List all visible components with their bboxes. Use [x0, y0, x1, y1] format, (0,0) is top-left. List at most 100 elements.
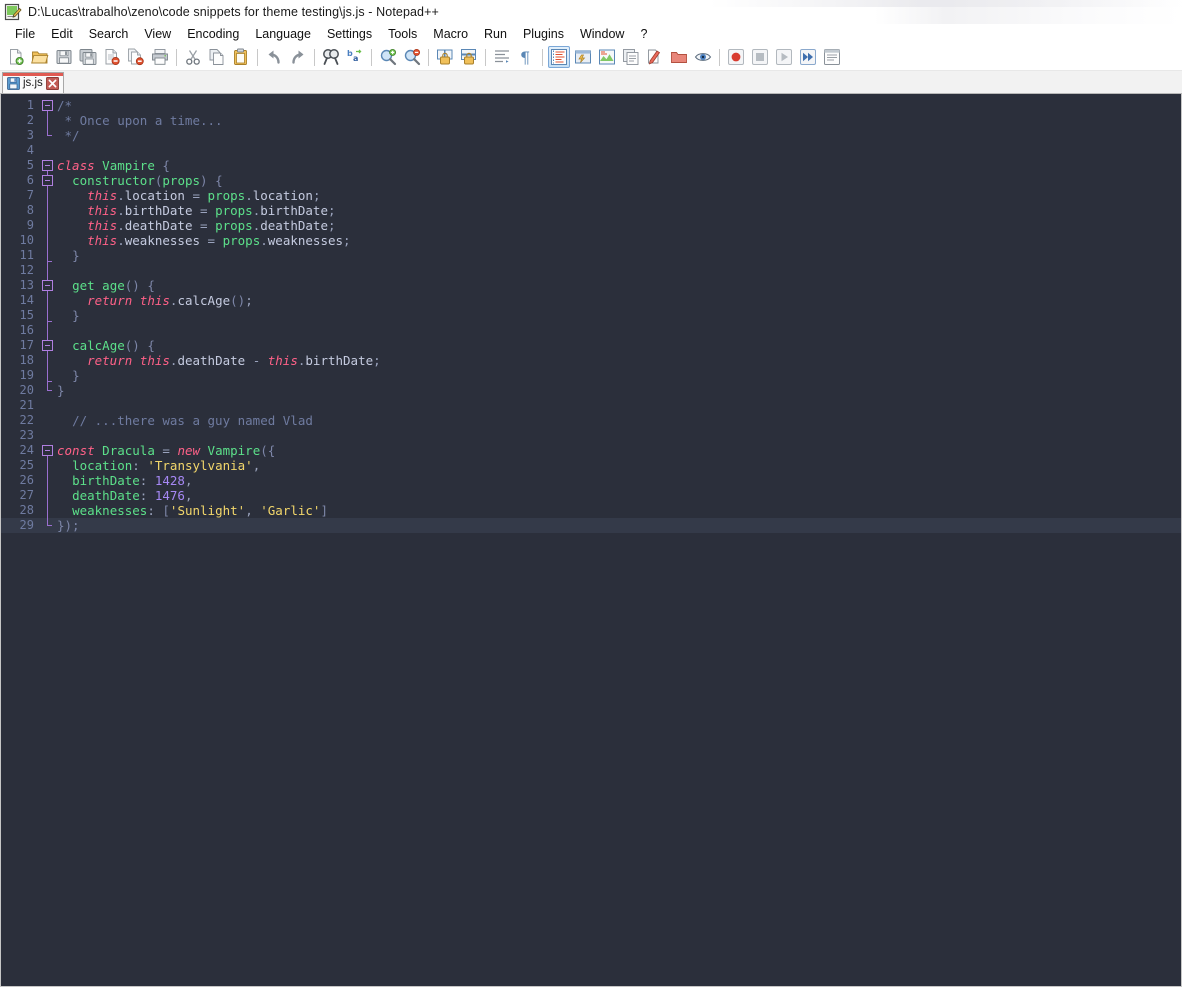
play-macro-icon[interactable]: [773, 46, 795, 68]
code-line[interactable]: 28 weaknesses: ['Sunlight', 'Garlic']: [1, 503, 1181, 518]
new-file-icon[interactable]: [5, 46, 27, 68]
fold-marker[interactable]: [39, 443, 56, 458]
menu-edit[interactable]: Edit: [43, 26, 81, 43]
fold-marker[interactable]: [39, 278, 56, 293]
menu-tools[interactable]: Tools: [380, 26, 425, 43]
code-line[interactable]: 4: [1, 143, 1181, 158]
menu-help[interactable]: ?: [632, 26, 655, 43]
redo-icon[interactable]: [287, 46, 309, 68]
code-line[interactable]: 8 this.birthDate = props.birthDate;: [1, 203, 1181, 218]
code-area[interactable]: 1/* 2 * Once upon a time... 3 */4 5 class Va…: [1, 94, 1181, 986]
fold-marker[interactable]: [39, 113, 56, 128]
cut-icon[interactable]: [182, 46, 204, 68]
sync-horizontal-scroll-icon[interactable]: [458, 46, 480, 68]
folder-workspace-icon[interactable]: [644, 46, 666, 68]
menu-search[interactable]: Search: [81, 26, 137, 43]
menu-macro[interactable]: Macro: [425, 26, 476, 43]
open-file-icon[interactable]: [29, 46, 51, 68]
sync-vertical-scroll-icon[interactable]: [434, 46, 456, 68]
fold-marker[interactable]: [39, 308, 56, 323]
save-icon[interactable]: [53, 46, 75, 68]
function-list-icon[interactable]: [620, 46, 642, 68]
code-line[interactable]: 2 * Once upon a time...: [1, 113, 1181, 128]
code-line[interactable]: 14 return this.calcAge();: [1, 293, 1181, 308]
fold-marker[interactable]: [39, 503, 56, 518]
replace-icon[interactable]: b a: [344, 46, 366, 68]
fold-marker[interactable]: [39, 488, 56, 503]
fold-marker[interactable]: [39, 263, 56, 278]
run-macro-multiple-icon[interactable]: [797, 46, 819, 68]
code-line[interactable]: 27 deathDate: 1476,: [1, 488, 1181, 503]
fold-marker[interactable]: [39, 233, 56, 248]
code-line[interactable]: 11 }: [1, 248, 1181, 263]
fold-marker[interactable]: [39, 248, 56, 263]
paste-icon[interactable]: [230, 46, 252, 68]
show-all-characters-icon[interactable]: ¶: [515, 46, 537, 68]
fold-marker[interactable]: [39, 353, 56, 368]
menu-run[interactable]: Run: [476, 26, 515, 43]
code-line[interactable]: 20}: [1, 383, 1181, 398]
code-line[interactable]: 22 // ...there was a guy named Vlad: [1, 413, 1181, 428]
code-line[interactable]: 16: [1, 323, 1181, 338]
fold-marker[interactable]: [39, 293, 56, 308]
code-line[interactable]: 18 return this.deathDate - this.birthDat…: [1, 353, 1181, 368]
word-wrap-icon[interactable]: [491, 46, 513, 68]
zoom-out-icon[interactable]: [401, 46, 423, 68]
fold-marker[interactable]: [39, 338, 56, 353]
fold-marker[interactable]: [39, 188, 56, 203]
fold-marker[interactable]: [39, 323, 56, 338]
tab-js-js[interactable]: js.js: [2, 72, 64, 93]
code-line[interactable]: 10 this.weaknesses = props.weaknesses;: [1, 233, 1181, 248]
fold-marker[interactable]: [39, 98, 56, 113]
save-macro-icon[interactable]: [821, 46, 843, 68]
menu-window[interactable]: Window: [572, 26, 632, 43]
menu-plugins[interactable]: Plugins: [515, 26, 572, 43]
menu-file[interactable]: File: [7, 26, 43, 43]
menu-language[interactable]: Language: [247, 26, 319, 43]
code-line[interactable]: 12: [1, 263, 1181, 278]
code-line[interactable]: 17 calcAge() {: [1, 338, 1181, 353]
find-icon[interactable]: [320, 46, 342, 68]
fold-marker[interactable]: [39, 143, 56, 158]
fold-marker[interactable]: [39, 173, 56, 188]
fold-marker[interactable]: [39, 458, 56, 473]
copy-icon[interactable]: [206, 46, 228, 68]
code-line[interactable]: 24 const Dracula = new Vampire({: [1, 443, 1181, 458]
close-icon[interactable]: [45, 76, 59, 90]
code-line[interactable]: 29});: [1, 518, 1181, 533]
indent-guide-icon[interactable]: [548, 46, 570, 68]
menu-view[interactable]: View: [136, 26, 179, 43]
print-icon[interactable]: [149, 46, 171, 68]
code-line[interactable]: 26 birthDate: 1428,: [1, 473, 1181, 488]
code-line[interactable]: 19 }: [1, 368, 1181, 383]
code-line[interactable]: 13 get age() {: [1, 278, 1181, 293]
fold-marker[interactable]: [39, 518, 56, 533]
document-map-icon[interactable]: [596, 46, 618, 68]
menu-settings[interactable]: Settings: [319, 26, 380, 43]
code-line[interactable]: 15 }: [1, 308, 1181, 323]
monitoring-icon[interactable]: [668, 46, 690, 68]
fold-marker[interactable]: [39, 218, 56, 233]
code-line[interactable]: 25 location: 'Transylvania',: [1, 458, 1181, 473]
close-all-icon[interactable]: [125, 46, 147, 68]
fold-marker[interactable]: [39, 368, 56, 383]
fold-marker[interactable]: [39, 428, 56, 443]
save-all-icon[interactable]: [77, 46, 99, 68]
undo-icon[interactable]: [263, 46, 285, 68]
fold-marker[interactable]: [39, 203, 56, 218]
eye-icon[interactable]: [692, 46, 714, 68]
zoom-in-icon[interactable]: [377, 46, 399, 68]
user-defined-dialog-icon[interactable]: [572, 46, 594, 68]
code-line[interactable]: 21: [1, 398, 1181, 413]
record-macro-icon[interactable]: [725, 46, 747, 68]
fold-marker[interactable]: [39, 128, 56, 143]
fold-marker[interactable]: [39, 158, 56, 173]
fold-marker[interactable]: [39, 413, 56, 428]
fold-marker[interactable]: [39, 398, 56, 413]
close-file-icon[interactable]: [101, 46, 123, 68]
code-line[interactable]: 1 /*: [1, 98, 1181, 113]
code-line[interactable]: 6 constructor(props) {: [1, 173, 1181, 188]
code-line[interactable]: 3 */: [1, 128, 1181, 143]
code-line[interactable]: 9 this.deathDate = props.deathDate;: [1, 218, 1181, 233]
menu-encoding[interactable]: Encoding: [179, 26, 247, 43]
